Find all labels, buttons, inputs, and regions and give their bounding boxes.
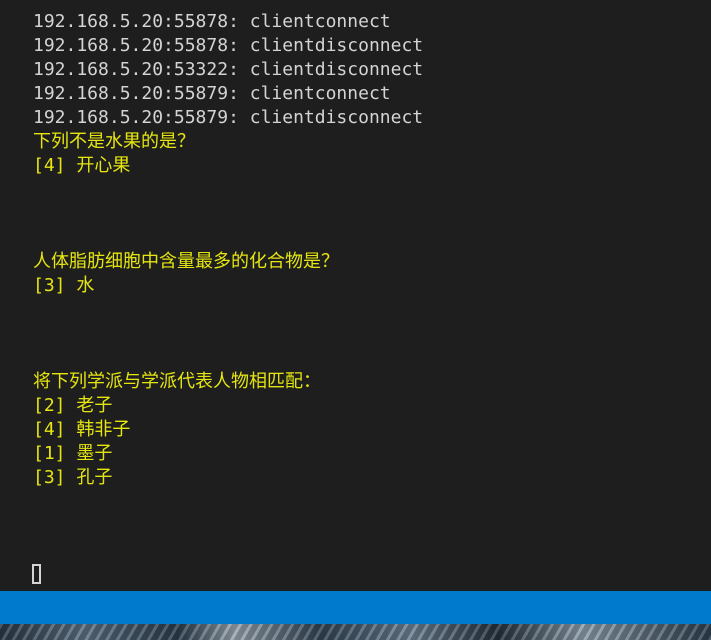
text-cursor[interactable] <box>32 564 41 584</box>
answer-line: [4] 韩非子 <box>33 419 131 440</box>
log-line: 192.168.5.20:55879: clientdisconnect <box>33 107 424 128</box>
app-window: 192.168.5.20:55878: clientconnect 192.16… <box>0 0 711 640</box>
log-line: 192.168.5.20:53322: clientdisconnect <box>33 59 424 80</box>
question-prompt: 人体脂肪细胞中含量最多的化合物是？ <box>33 251 339 272</box>
answer-line: [1] 墨子 <box>33 443 113 464</box>
answer-line: [3] 水 <box>33 275 95 296</box>
log-line: 192.168.5.20:55878: clientdisconnect <box>33 35 424 56</box>
answer-line: [3] 孔子 <box>33 467 113 488</box>
log-line: 192.168.5.20:55879: clientconnect <box>33 83 391 104</box>
answer-line: [4] 开心果 <box>33 155 131 176</box>
answer-line: [2] 老子 <box>33 395 113 416</box>
terminal-panel[interactable]: 192.168.5.20:55878: clientconnect 192.16… <box>0 0 711 591</box>
log-line: 192.168.5.20:55878: clientconnect <box>33 11 391 32</box>
question-prompt: 将下列学派与学派代表人物相匹配： <box>33 371 321 392</box>
status-bar[interactable] <box>0 591 711 624</box>
desktop-wallpaper-strip <box>0 624 711 640</box>
question-prompt: 下列不是水果的是？ <box>33 131 195 152</box>
